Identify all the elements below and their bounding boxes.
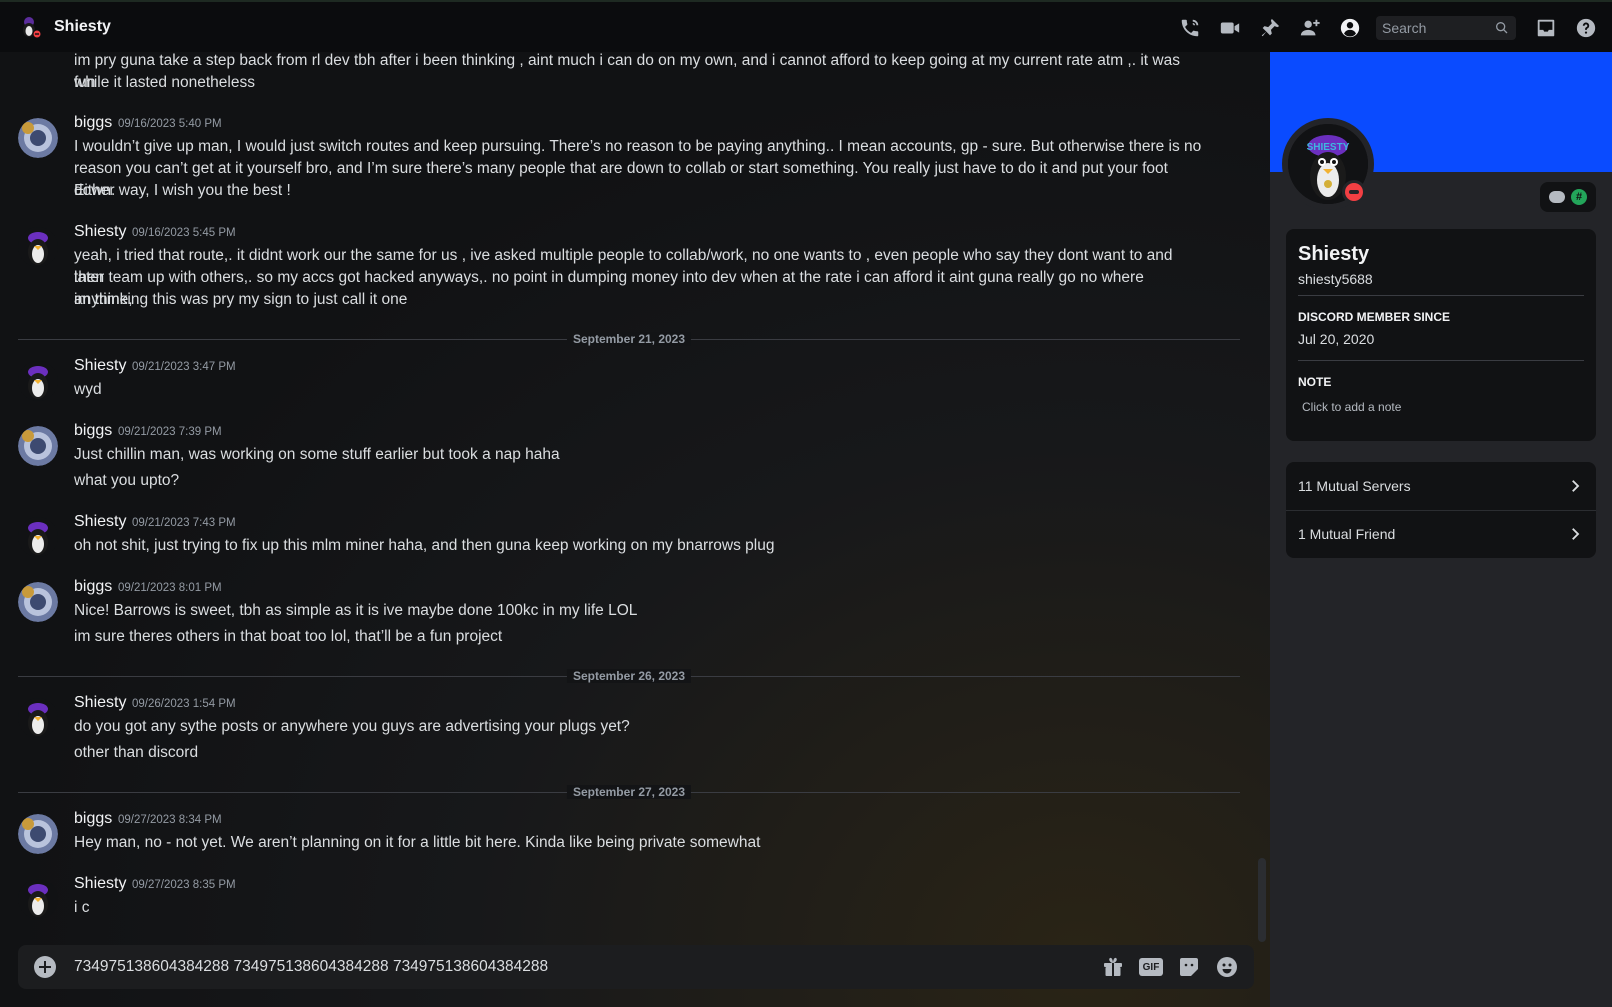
message-line: Either way, I wish you the best ! <box>74 182 291 199</box>
sticker-icon[interactable] <box>1170 945 1208 989</box>
avatar[interactable] <box>18 698 58 738</box>
avatar[interactable] <box>18 227 58 267</box>
message-line: wyd <box>74 381 102 398</box>
message-timestamp: 09/21/2023 7:43 PM <box>132 517 236 529</box>
mutual-friends-row[interactable]: 1 Mutual Friend <box>1286 510 1596 558</box>
message-author[interactable]: Shiesty <box>74 694 126 712</box>
inbox-icon[interactable] <box>1526 2 1566 54</box>
mutual-servers-label: 11 Mutual Servers <box>1298 478 1411 494</box>
message-line: do you got any sythe posts or anywhere y… <box>74 718 630 735</box>
profile-toggle-icon[interactable] <box>1330 2 1370 54</box>
avatar[interactable] <box>18 426 58 466</box>
profile-username[interactable]: shiesty5688 <box>1298 271 1373 287</box>
title-bar: Shiesty <box>0 0 1612 52</box>
message-line: im sure theres others in that boat too l… <box>74 628 503 645</box>
emoji-icon[interactable] <box>1208 945 1246 989</box>
divider <box>1298 295 1584 296</box>
message-author[interactable]: biggs <box>74 422 112 440</box>
message-author[interactable]: biggs <box>74 810 112 828</box>
message-timestamp: 09/16/2023 5:40 PM <box>118 118 222 130</box>
chat-area: im pry guna take a step back from rl dev… <box>0 52 1270 1007</box>
help-icon[interactable] <box>1566 2 1606 54</box>
scrollbar-thumb[interactable] <box>1258 858 1266 942</box>
mutual-friends-label: 1 Mutual Friend <box>1298 526 1396 542</box>
profile-badges: # <box>1540 182 1596 212</box>
profile-display-name: Shiesty <box>1298 243 1370 265</box>
call-icon[interactable] <box>1170 2 1210 54</box>
message-timestamp: 09/21/2023 3:47 PM <box>132 361 236 373</box>
member-since-label: DISCORD MEMBER SINCE <box>1298 310 1451 324</box>
message-line: other than discord <box>74 744 199 761</box>
message-author[interactable]: Shiesty <box>74 223 126 241</box>
avatar[interactable] <box>18 879 58 919</box>
dnd-status-icon <box>1342 180 1366 204</box>
note-label: NOTE <box>1298 375 1332 389</box>
message-timestamp: 09/26/2023 1:54 PM <box>132 698 236 710</box>
date-divider: September 26, 2023 <box>18 669 1240 683</box>
message-line: Nice! Barrows is sweet, tbh as simple as… <box>74 602 638 619</box>
message-author[interactable]: Shiesty <box>74 513 126 531</box>
note-input[interactable]: Click to add a note <box>1302 400 1401 414</box>
message-line: oh not shit, just trying to fix up this … <box>74 537 775 554</box>
profile-info-card: Shiesty shiesty5688 DISCORD MEMBER SINCE… <box>1286 229 1596 441</box>
message-author[interactable]: Shiesty <box>74 875 126 893</box>
gift-icon[interactable] <box>1094 945 1132 989</box>
avatar[interactable] <box>18 517 58 557</box>
scrollbar[interactable] <box>1258 52 1266 942</box>
dm-title: Shiesty <box>54 18 111 35</box>
member-since-date: Jul 20, 2020 <box>1298 331 1375 347</box>
message-composer[interactable]: 734975138604384288 734975138604384288 73… <box>18 945 1254 989</box>
avatar[interactable] <box>18 361 58 401</box>
nitro-badge-icon[interactable] <box>1549 191 1565 203</box>
message-line: I wouldn’t give up man, I would just swi… <box>74 138 1202 155</box>
message-line: Hey man, no - not yet. We aren’t plannin… <box>74 834 761 851</box>
divider <box>1298 360 1584 361</box>
message-timestamp: 09/16/2023 5:45 PM <box>132 227 236 239</box>
mutuals-card: 11 Mutual Servers 1 Mutual Friend <box>1286 462 1596 558</box>
gif-icon[interactable]: GIF <box>1132 945 1170 989</box>
message-line: i c <box>74 899 90 916</box>
user-profile-panel: SHIESTY # Shiesty shiesty5688 DISCORD ME… <box>1270 52 1612 1007</box>
date-divider: September 21, 2023 <box>18 332 1240 346</box>
search-icon <box>1496 21 1508 34</box>
add-friend-icon[interactable] <box>1290 2 1330 54</box>
message-author[interactable]: biggs <box>74 114 112 132</box>
message-line: im thinking this was pry my sign to just… <box>74 291 408 308</box>
avatar[interactable] <box>18 814 58 854</box>
message-timestamp: 09/27/2023 8:35 PM <box>132 879 236 891</box>
message-author[interactable]: biggs <box>74 578 112 596</box>
pin-icon[interactable] <box>1250 2 1290 54</box>
message-timestamp: 09/21/2023 7:39 PM <box>118 426 222 438</box>
search-box[interactable] <box>1376 16 1516 40</box>
avatar[interactable] <box>18 582 58 622</box>
svg-text:SHIESTY: SHIESTY <box>1307 142 1350 153</box>
dm-avatar <box>23 17 42 39</box>
message-list[interactable]: im pry guna take a step back from rl dev… <box>0 52 1255 942</box>
message-timestamp: 09/27/2023 8:34 PM <box>118 814 222 826</box>
chevron-right-icon <box>1572 528 1580 540</box>
avatar[interactable] <box>18 118 58 158</box>
date-divider: September 27, 2023 <box>18 785 1240 799</box>
video-icon[interactable] <box>1210 2 1250 54</box>
mutual-servers-row[interactable]: 11 Mutual Servers <box>1286 462 1596 510</box>
message-timestamp: 09/21/2023 8:01 PM <box>118 582 222 594</box>
composer-text[interactable]: 734975138604384288 734975138604384288 73… <box>74 958 548 976</box>
add-attachment-icon[interactable] <box>34 956 56 978</box>
message-line: what you upto? <box>74 472 180 489</box>
message-author[interactable]: Shiesty <box>74 357 126 375</box>
message-line: while it lasted nonetheless <box>74 74 255 91</box>
search-input[interactable] <box>1376 16 1486 40</box>
chevron-right-icon <box>1572 480 1580 492</box>
message-line: Just chillin man, was working on some st… <box>74 446 560 463</box>
hashtag-badge-icon[interactable]: # <box>1571 189 1587 205</box>
